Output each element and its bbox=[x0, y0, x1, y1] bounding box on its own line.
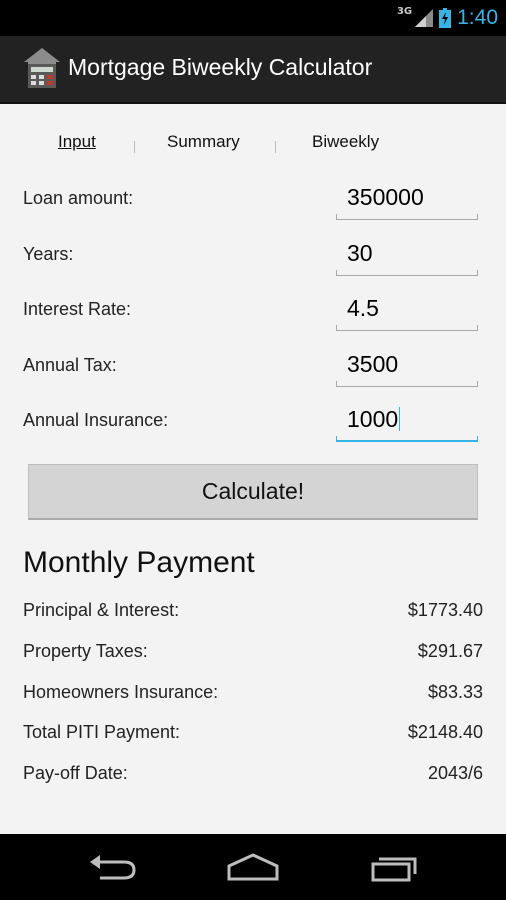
back-icon[interactable] bbox=[84, 848, 144, 886]
principal-interest-label: Principal & Interest: bbox=[23, 600, 180, 620]
homeowners-insurance-label: Homeowners Insurance: bbox=[23, 682, 219, 702]
content-area: Input Summary Biweekly Loan amount: 3500… bbox=[0, 104, 506, 834]
result-row: Property Taxes: $291.67 bbox=[0, 641, 506, 671]
signal-icon bbox=[415, 9, 434, 27]
annual-insurance-value-wrap: 1000 bbox=[347, 406, 401, 433]
interest-rate-row: Interest Rate: 4.5 bbox=[0, 285, 506, 337]
clock-time: 1:40 bbox=[457, 6, 498, 29]
field-underline bbox=[336, 219, 478, 220]
annual-tax-row: Annual Tax: 3500 bbox=[0, 341, 506, 393]
result-row: Principal & Interest: $1773.40 bbox=[0, 600, 506, 630]
home-icon[interactable] bbox=[223, 848, 283, 886]
field-underline bbox=[336, 386, 478, 387]
field-underline bbox=[336, 275, 478, 276]
years-field[interactable]: 30 bbox=[336, 230, 478, 276]
tab-bar: Input Summary Biweekly bbox=[0, 132, 506, 162]
app-title: Mortgage Biweekly Calculator bbox=[68, 54, 373, 80]
tab-biweekly[interactable]: Biweekly bbox=[312, 132, 379, 152]
annual-tax-label: Annual Tax: bbox=[23, 355, 117, 375]
years-row: Years: 30 bbox=[0, 230, 506, 282]
house-calculator-icon[interactable] bbox=[22, 46, 62, 90]
status-bar: 3G 1:40 bbox=[0, 0, 506, 36]
interest-rate-field[interactable]: 4.5 bbox=[336, 285, 478, 331]
field-underline bbox=[336, 440, 478, 442]
homeowners-insurance-value: $83.33 bbox=[427, 682, 483, 702]
navigation-bar bbox=[0, 834, 506, 900]
property-taxes-value: $291.67 bbox=[417, 641, 483, 661]
loan-amount-field[interactable]: 350000 bbox=[336, 174, 478, 220]
monthly-payment-title: Monthly Payment bbox=[23, 546, 255, 579]
tab-divider bbox=[134, 141, 135, 153]
principal-interest-value: $1773.40 bbox=[407, 600, 483, 620]
tab-input[interactable]: Input bbox=[58, 132, 96, 152]
annual-insurance-field[interactable]: 1000 bbox=[336, 396, 478, 442]
annual-insurance-value: 1000 bbox=[347, 406, 399, 432]
loan-amount-row: Loan amount: 350000 bbox=[0, 174, 506, 226]
payoff-date-label: Pay-off Date: bbox=[23, 763, 128, 783]
interest-rate-value: 4.5 bbox=[347, 295, 379, 321]
total-piti-label: Total PITI Payment: bbox=[23, 722, 181, 742]
field-underline bbox=[336, 330, 478, 331]
text-cursor bbox=[399, 407, 401, 431]
years-label: Years: bbox=[23, 244, 74, 264]
annual-insurance-row: Annual Insurance: 1000 bbox=[0, 396, 506, 448]
property-taxes-label: Property Taxes: bbox=[23, 641, 148, 661]
result-row: Pay-off Date: 2043/6 bbox=[0, 763, 506, 793]
result-row: Total PITI Payment: $2148.40 bbox=[0, 722, 506, 752]
status-icons: 3G 1:40 bbox=[397, 4, 498, 32]
battery-charging-icon bbox=[439, 8, 452, 28]
action-bar: Mortgage Biweekly Calculator bbox=[0, 36, 506, 104]
tab-divider bbox=[275, 141, 276, 153]
loan-amount-label: Loan amount: bbox=[23, 188, 134, 208]
annual-insurance-label: Annual Insurance: bbox=[23, 410, 169, 430]
annual-tax-value: 3500 bbox=[347, 351, 399, 377]
network-type-label: 3G bbox=[396, 5, 413, 17]
result-row: Homeowners Insurance: $83.33 bbox=[0, 682, 506, 712]
interest-rate-label: Interest Rate: bbox=[23, 299, 132, 319]
annual-tax-field[interactable]: 3500 bbox=[336, 341, 478, 387]
loan-amount-value: 350000 bbox=[347, 184, 424, 210]
total-piti-value: $2148.40 bbox=[407, 722, 483, 742]
years-value: 30 bbox=[347, 240, 373, 266]
calculate-button[interactable]: Calculate! bbox=[28, 464, 478, 520]
payoff-date-value: 2043/6 bbox=[427, 763, 483, 783]
tab-summary[interactable]: Summary bbox=[167, 132, 240, 152]
recent-apps-icon[interactable] bbox=[365, 848, 425, 886]
